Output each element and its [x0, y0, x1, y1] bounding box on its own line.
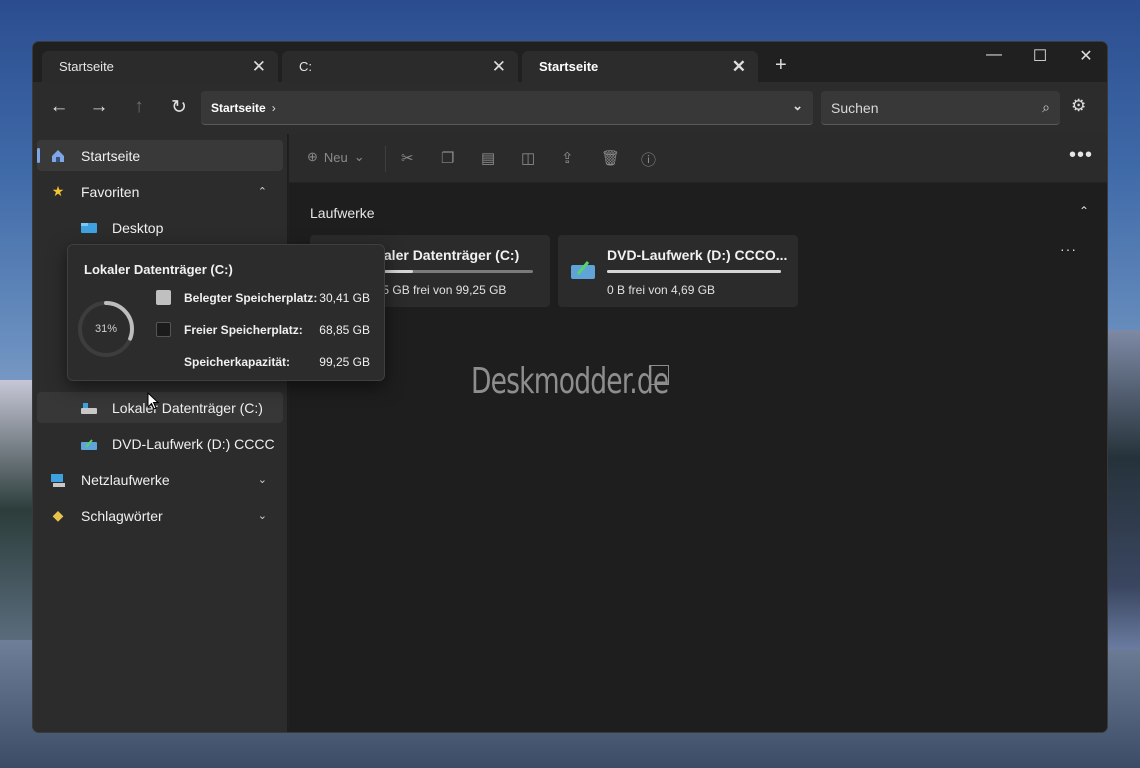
sidebar-item-label: Schlagwörter: [81, 507, 163, 524]
drive-details-flyout: Lokaler Datenträger (C:) 31% Belegter Sp…: [67, 244, 385, 381]
sidebar-item-favoriten[interactable]: ★ Favoriten ⌃: [37, 176, 283, 207]
breadcrumb[interactable]: Startseite: [211, 101, 266, 115]
sidebar-item-label: Startseite: [81, 147, 141, 164]
search-input[interactable]: Suchen ⌕: [821, 91, 1060, 125]
network-drive-icon: [49, 472, 67, 488]
chevron-right-icon: ›: [271, 100, 276, 115]
sidebar-item-drive-c[interactable]: Lokaler Datenträger (C:): [37, 392, 283, 423]
sidebar-item-label: Desktop: [112, 219, 164, 236]
drive-size: 0 B frei von 4,69 GB: [607, 283, 716, 297]
refresh-icon[interactable]: ↻: [167, 96, 191, 119]
wallpaper-right: [1106, 330, 1140, 650]
flyout-title: Lokaler Datenträger (C:): [84, 262, 233, 277]
new-button-label: Neu: [323, 149, 348, 165]
sidebar-item-desktop[interactable]: Desktop: [37, 212, 283, 243]
tab-startseite-1[interactable]: Startseite ✕: [42, 51, 278, 82]
drive-name: Lokaler Datenträger (C:): [359, 247, 520, 263]
chevron-down-icon[interactable]: ⌄: [258, 473, 267, 486]
rename-icon[interactable]: ◫: [521, 149, 535, 167]
sidebar-item-label: Netzlaufwerke: [81, 471, 170, 488]
tab-label: Startseite: [539, 59, 599, 74]
sidebar-item-label: DVD-Laufwerk (D:) CCCC: [112, 435, 275, 452]
files-app-window: Startseite ✕ C: ✕ Startseite ✕ + — ☐ ✕ ←…: [32, 41, 1108, 733]
chevron-up-icon[interactable]: ⌃: [258, 185, 267, 198]
wallpaper-left: [0, 380, 34, 640]
close-window-button[interactable]: ✕: [1063, 46, 1107, 66]
sidebar-item-label: Lokaler Datenträger (C:): [112, 399, 263, 416]
cut-icon[interactable]: ✂: [401, 149, 414, 167]
more-options-icon[interactable]: •••: [1069, 144, 1093, 167]
dvd-drive-icon: [80, 436, 98, 452]
chevron-down-icon: ⌄: [353, 149, 365, 164]
desktop-folder-icon: [80, 220, 98, 236]
section-title-laufwerke: Laufwerke: [310, 205, 375, 221]
address-row: ← → ↑ ↻ Startseite › ⌄ Suchen ⌕ ⚙: [33, 82, 1107, 134]
content-area: Laufwerke ⌃ ··· Lokaler Datenträger (C:)…: [289, 183, 1107, 732]
info-icon[interactable]: ⓘ: [641, 149, 656, 170]
drive-usage-bar: [607, 270, 781, 273]
toolbar-divider: [385, 146, 386, 172]
drive-usage-bar: [359, 270, 533, 273]
add-circle-icon: ⊕: [307, 149, 318, 164]
flyout-row-label: Speicherkapazität:: [184, 355, 291, 369]
tab-label: Startseite: [59, 59, 114, 74]
close-icon[interactable]: ✕: [252, 57, 266, 77]
home-icon: [49, 148, 67, 164]
dvd-drive-icon: [571, 259, 595, 279]
tab-bar: Startseite ✕ C: ✕ Startseite ✕ + — ☐ ✕: [33, 42, 1107, 82]
usage-percent: 31%: [94, 323, 118, 335]
new-button[interactable]: ⊕ Neu ⌄: [307, 149, 365, 165]
drive-usage-fill: [607, 270, 781, 273]
tab-label: C:: [299, 59, 312, 74]
command-bar: ⊕ Neu ⌄ ✂ ❐ ▤ ◫ ⇪ 🗑 ⓘ •••: [289, 134, 1107, 183]
share-icon[interactable]: ⇪: [561, 149, 574, 167]
sidebar-item-dvd-drive[interactable]: DVD-Laufwerk (D:) CCCC: [37, 428, 283, 459]
new-tab-button[interactable]: +: [775, 54, 787, 77]
flyout-row-value: 30,41 GB: [319, 291, 370, 305]
flyout-row-free: Freier Speicherplatz: 68,85 GB: [156, 321, 378, 339]
used-swatch: [156, 290, 171, 305]
more-options-icon[interactable]: ···: [1060, 241, 1077, 257]
flyout-row-value: 68,85 GB: [319, 323, 370, 337]
tab-c-drive[interactable]: C: ✕: [282, 51, 518, 82]
up-arrow-icon[interactable]: ↑: [127, 96, 151, 118]
flyout-row-capacity: Speicherkapazität: 99,25 GB: [156, 353, 378, 371]
paste-icon[interactable]: ▤: [481, 149, 495, 167]
star-icon: ★: [51, 183, 65, 199]
search-placeholder: Suchen: [831, 99, 879, 116]
drive-c-icon: [80, 400, 98, 416]
chevron-up-icon[interactable]: ⌃: [1079, 204, 1089, 218]
chevron-down-icon[interactable]: ⌄: [258, 509, 267, 522]
close-icon[interactable]: ✕: [732, 57, 746, 77]
watermark: Deskmodder.de: [471, 361, 669, 402]
main-pane: ⊕ Neu ⌄ ✂ ❐ ▤ ◫ ⇪ 🗑 ⓘ ••• Laufwerke ⌃ ··…: [289, 134, 1107, 732]
gear-icon[interactable]: ⚙: [1071, 96, 1086, 116]
sidebar-item-schlagwoerter[interactable]: ◆ Schlagwörter ⌄: [37, 500, 283, 531]
delete-icon[interactable]: 🗑: [601, 149, 620, 167]
copy-icon[interactable]: ❐: [441, 149, 454, 167]
back-arrow-icon[interactable]: ←: [47, 96, 71, 118]
flyout-row-label: Belegter Speicherplatz:: [184, 291, 318, 305]
drive-card-d[interactable]: DVD-Laufwerk (D:) CCCO... 0 B frei von 4…: [558, 235, 798, 307]
flyout-row-label: Freier Speicherplatz:: [184, 323, 303, 337]
minimize-button[interactable]: —: [971, 46, 1017, 64]
sidebar-item-label: Favoriten: [81, 183, 140, 200]
maximize-button[interactable]: ☐: [1017, 46, 1063, 66]
address-bar[interactable]: Startseite › ⌄: [201, 91, 813, 125]
search-icon[interactable]: ⌕: [1042, 99, 1050, 116]
close-icon[interactable]: ✕: [492, 57, 506, 77]
tag-icon: ◆: [52, 507, 64, 523]
tab-startseite-active[interactable]: Startseite ✕: [522, 51, 758, 82]
drive-name: DVD-Laufwerk (D:) CCCO...: [607, 247, 787, 263]
mouse-cursor-icon: [147, 392, 159, 410]
flyout-row-used: Belegter Speicherplatz: 30,41 GB: [156, 289, 378, 307]
sidebar-item-startseite[interactable]: Startseite: [37, 140, 283, 171]
chevron-down-icon[interactable]: ⌄: [792, 98, 803, 114]
sidebar: Startseite ★ Favoriten ⌃ Desktop Lokaler…: [33, 134, 288, 732]
forward-arrow-icon[interactable]: →: [87, 96, 111, 118]
pen-icon: [649, 365, 669, 385]
flyout-row-value: 99,25 GB: [319, 355, 370, 369]
free-swatch: [156, 322, 171, 337]
sidebar-item-netzlaufwerke[interactable]: Netzlaufwerke ⌄: [37, 464, 283, 495]
